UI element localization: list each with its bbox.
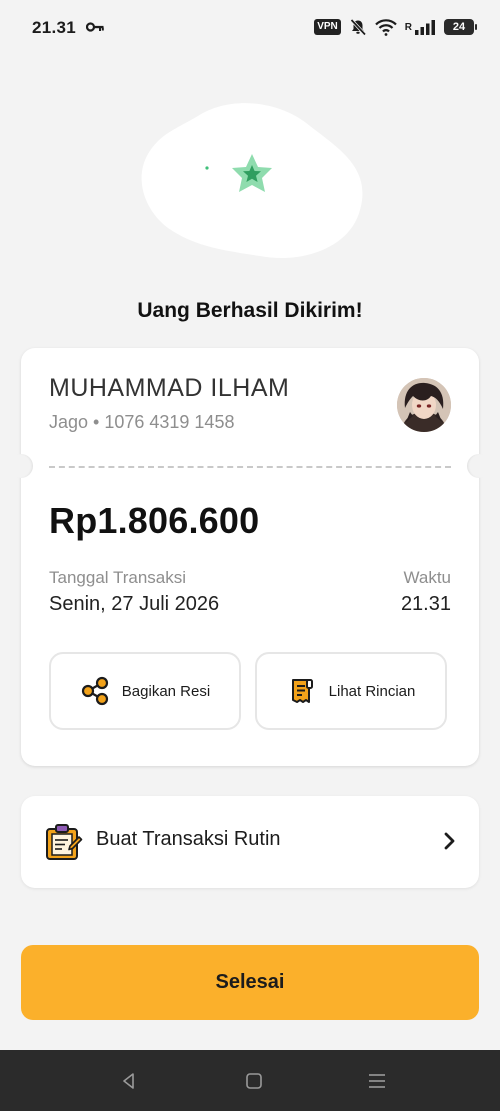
vpn-badge: VPN [314,19,341,35]
share-receipt-label: Bagikan Resi [121,682,211,700]
date-label: Tanggal Transaksi [49,568,187,587]
receipt-notch-right [467,454,491,478]
recipient-account: Jago • 1076 4319 1458 [49,412,235,432]
home-icon[interactable] [243,1070,265,1092]
time-label: Waktu [403,568,451,587]
clipboard-icon [46,824,83,860]
signal-roaming-letter: R [404,21,412,33]
share-receipt-button[interactable]: Bagikan Resi [49,652,241,730]
transfer-amount: Rp1.806.600 [49,500,260,541]
muted-bell-icon [350,18,366,36]
chevron-right-icon [444,832,455,850]
time-value: 21.31 [400,593,451,615]
status-time: 21.31 [32,18,77,37]
date-value: Senin, 27 Juli 2026 [49,593,220,615]
battery-icon: 24 [444,19,477,35]
view-details-button[interactable]: Lihat Rincian [255,652,447,730]
done-button[interactable]: Selesai [21,945,479,1020]
success-title: Uang Berhasil Dikirim! [137,299,363,322]
system-navigation-bar [0,1050,500,1111]
routine-transaction-item[interactable]: Buat Transaksi Rutin [21,796,479,888]
receipt-icon [291,679,313,703]
menu-icon[interactable] [366,1070,388,1092]
recipient-name: MUHAMMAD ILHAM [49,374,290,402]
status-bar: 21.31 VPN R 24 [0,0,500,58]
sparkle-dot [205,166,209,170]
view-details-label: Lihat Rincian [328,682,416,700]
avatar [397,378,451,432]
back-icon[interactable] [118,1070,140,1092]
share-icon [81,676,108,706]
receipt-notch-left [9,454,33,478]
status-icons: VPN R 24 [314,18,477,36]
receipt-card: MUHAMMAD ILHAM Jago • 1076 4319 1458 Rp1… [9,348,491,766]
key-icon [86,22,104,32]
routine-transaction-label: Buat Transaksi Rutin [96,828,281,850]
receipt-divider [49,466,451,468]
signal-icon [415,20,435,35]
wifi-icon [374,19,397,36]
success-illustration [141,103,363,259]
